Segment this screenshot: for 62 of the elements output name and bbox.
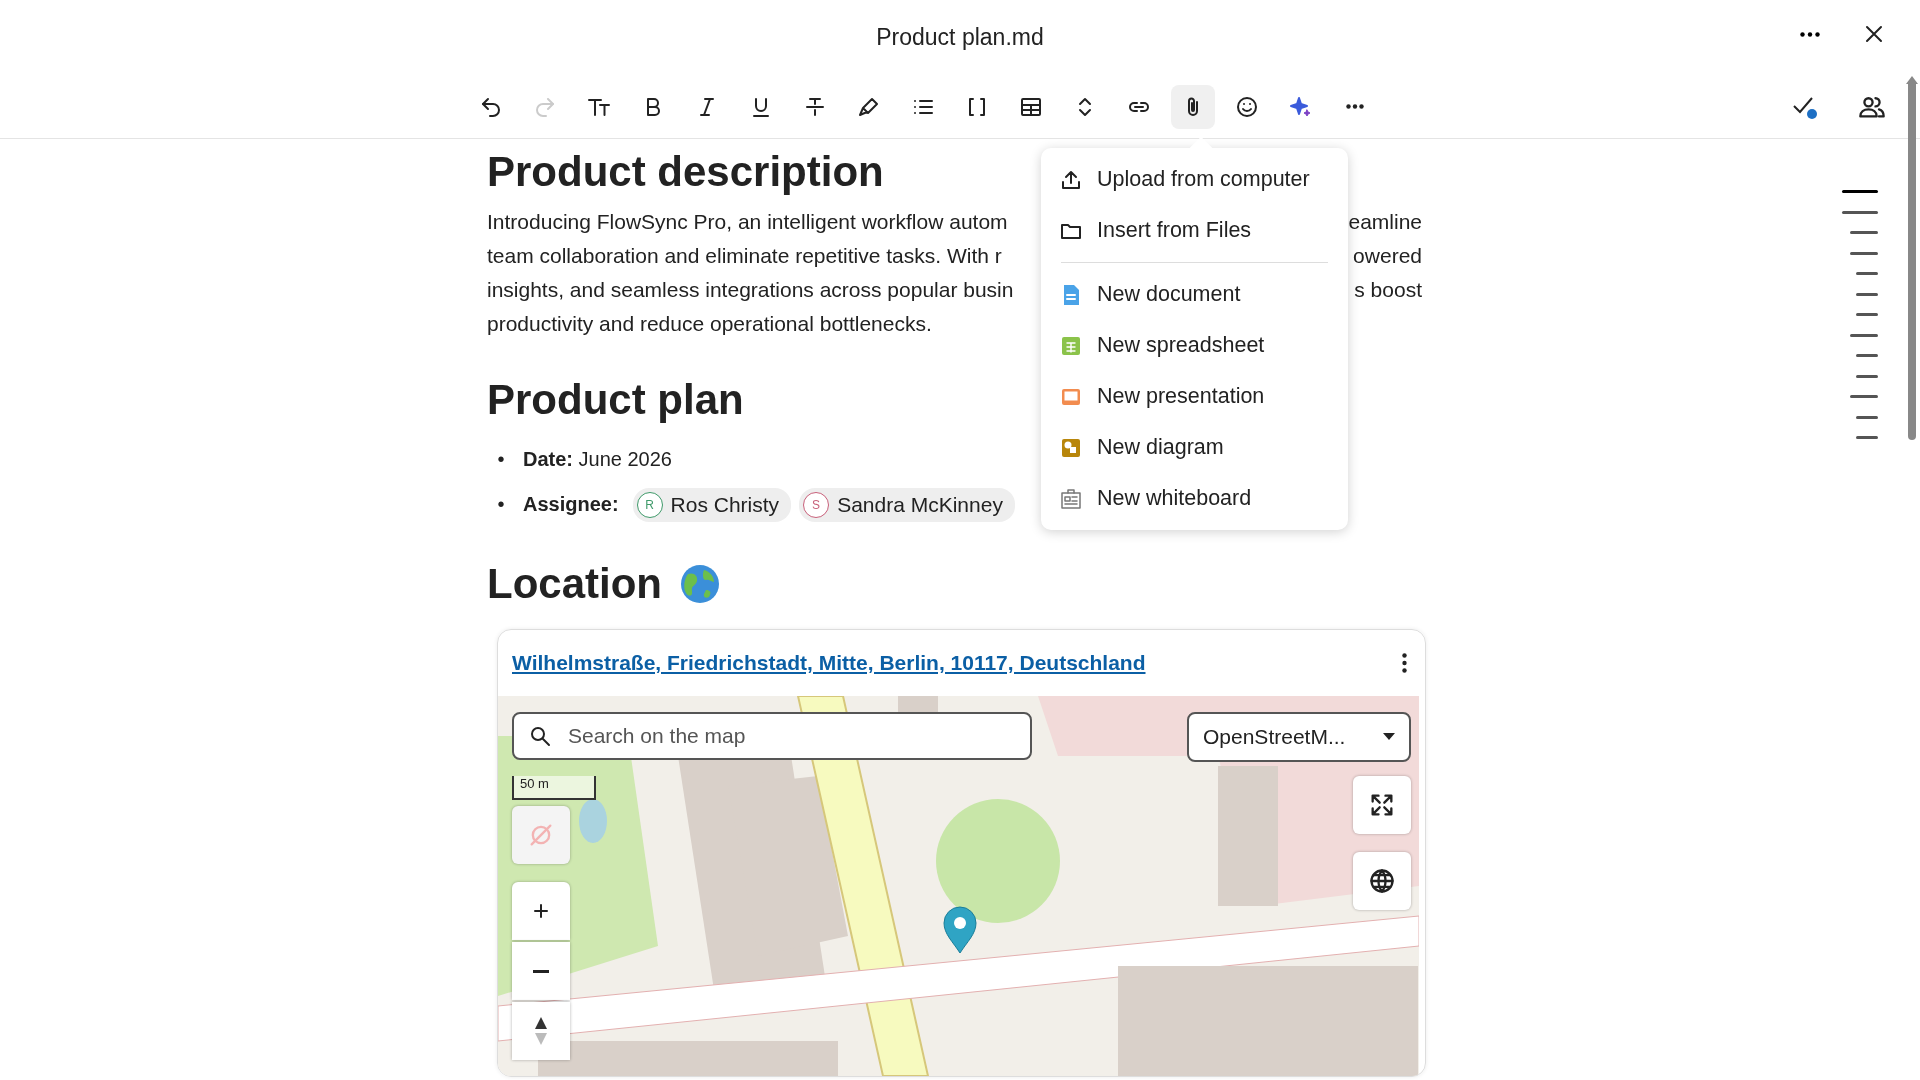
paragraph-text: Introducing FlowSync Pro, an intelligent workflow autom — [487, 209, 1008, 235]
bullet: • — [496, 448, 506, 471]
menu-item[interactable]: Insert from Files — [1041, 205, 1348, 256]
menu-item[interactable]: New spreadsheet — [1041, 320, 1348, 371]
globe-icon — [680, 564, 720, 604]
outline-item[interactable] — [1842, 190, 1878, 193]
list-label: Assignee: — [523, 493, 619, 516]
map-pin-icon — [943, 906, 977, 954]
fullscreen-button[interactable] — [1353, 776, 1411, 834]
paperclip-button[interactable] — [1171, 84, 1215, 129]
sparkle-icon — [1289, 94, 1313, 119]
outline-item[interactable] — [1850, 251, 1878, 255]
compass-icon — [533, 1017, 549, 1045]
emoji-icon — [1235, 94, 1259, 119]
globe-button[interactable] — [1353, 852, 1411, 910]
user-chip[interactable]: R Ros Christy — [632, 487, 792, 522]
outline-item[interactable] — [1856, 354, 1878, 357]
paragraph-text: team collaboration and eliminate repetitive tasks. With r — [487, 243, 1002, 269]
globe-icon — [1368, 867, 1396, 895]
window-title: Product plan.md — [876, 24, 1044, 51]
outline-item[interactable] — [1856, 272, 1878, 275]
address-link[interactable]: Wilhelmstraße, Friedrichstadt, Mitte, Berlin, 10117, Deutschland — [512, 651, 1146, 675]
compass-button[interactable] — [512, 1002, 570, 1060]
avatar: R — [636, 491, 663, 518]
paragraph-text: eamline — [1348, 209, 1422, 235]
fullscreen-icon — [1368, 791, 1396, 819]
more-icon — [1800, 31, 1820, 37]
outline-item[interactable] — [1850, 333, 1878, 337]
menu-item[interactable]: Upload from computer — [1041, 154, 1348, 205]
paragraph-text: insights, and seamless integrations across popular busin — [487, 277, 1014, 303]
outline-item[interactable] — [1850, 395, 1878, 398]
outline-item[interactable] — [1842, 210, 1878, 214]
outline-item[interactable] — [1856, 374, 1878, 378]
map-search-field[interactable]: Search on the map — [512, 712, 1032, 760]
outline-item[interactable] — [1856, 313, 1878, 316]
map-layer-dropdown[interactable]: OpenStreetM... — [1187, 712, 1411, 762]
paragraph-text: productivity and reduce operational bottlenecks. — [487, 311, 932, 337]
whiteboard-icon — [1059, 486, 1083, 511]
outline-item[interactable] — [1856, 292, 1878, 296]
menu-item[interactable]: New presentation — [1041, 371, 1348, 422]
minus-icon — [533, 969, 549, 973]
bullet: • — [496, 493, 506, 516]
heading: Location — [487, 559, 662, 609]
outline-item[interactable] — [1856, 436, 1878, 439]
menu-item[interactable]: New document — [1041, 269, 1348, 320]
search-icon — [528, 724, 552, 748]
more-icon — [1346, 104, 1364, 109]
caret-icon — [1383, 733, 1395, 741]
heading: Product description — [487, 147, 884, 197]
user-chip[interactable]: S Sandra McKinney — [799, 487, 1015, 522]
list-text: Date: June 2026 — [523, 448, 672, 471]
outline-item[interactable] — [1856, 415, 1878, 419]
menu-item[interactable]: New diagram — [1041, 422, 1348, 473]
map-scale: 50 m — [512, 776, 596, 800]
avatar: S — [803, 491, 830, 518]
heading: Product plan — [487, 375, 744, 425]
paragraph-text: s boost — [1354, 277, 1422, 303]
paragraph-text: owered — [1353, 243, 1422, 269]
scrollbar-thumb[interactable] — [1908, 80, 1916, 440]
kebab-icon — [1402, 653, 1407, 673]
menu-item[interactable]: New whiteboard — [1041, 473, 1348, 524]
outline-item[interactable] — [1850, 231, 1878, 234]
